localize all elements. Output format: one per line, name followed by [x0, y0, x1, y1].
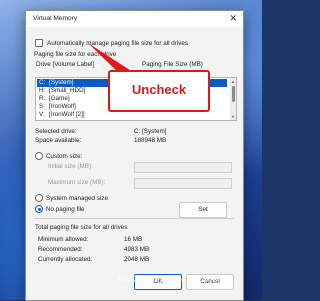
- scroll-up-icon[interactable]: ▲: [231, 79, 235, 84]
- group-title: Paging file size for each drive: [34, 51, 117, 58]
- column-drive-header: Drive [Volume Label]: [36, 61, 95, 68]
- auto-manage-checkbox[interactable]: [35, 39, 43, 47]
- initial-size-field[interactable]: [134, 162, 232, 173]
- divider: [34, 218, 234, 219]
- maximum-size-label: Maximum size (MB):: [48, 179, 106, 186]
- minimum-label: Minimum allowed:: [38, 236, 89, 243]
- space-available-label: Space available:: [35, 137, 82, 144]
- auto-manage-label[interactable]: Automatically manage paging file size fo…: [47, 40, 188, 47]
- dialog-title: Virtual Memory: [33, 15, 78, 22]
- uncheck-callout: Uncheck: [108, 70, 210, 112]
- system-managed-label[interactable]: System managed size: [46, 195, 108, 202]
- custom-size-option[interactable]: Custom size:: [35, 152, 82, 160]
- no-paging-option[interactable]: No paging file: [35, 205, 85, 213]
- column-size-header: Paging File Size (MB): [142, 61, 203, 68]
- space-available-value: 188948 MB: [134, 137, 167, 144]
- recommended-label: Recommended:: [38, 246, 83, 253]
- watermark: WINDOWSDIGITALS.COM: [118, 274, 235, 284]
- maximum-size-field[interactable]: [134, 178, 232, 189]
- selected-drive-value: C: [System]: [134, 128, 167, 135]
- allocated-value: 2048 MB: [124, 256, 150, 263]
- selected-drive-label: Selected drive:: [35, 128, 77, 135]
- system-managed-option[interactable]: System managed size: [35, 194, 108, 202]
- no-paging-radio[interactable]: [35, 205, 43, 213]
- recommended-value: 4983 MB: [124, 246, 150, 253]
- allocated-label: Currently allocated:: [38, 256, 93, 263]
- total-title: Total paging file size for all drives: [35, 224, 128, 231]
- custom-size-label[interactable]: Custom size:: [46, 153, 82, 160]
- set-button[interactable]: Set: [179, 202, 227, 218]
- minimum-value: 16 MB: [124, 236, 143, 243]
- custom-size-radio[interactable]: [35, 152, 43, 160]
- virtual-memory-dialog: Virtual Memory ✕ Automatically manage pa…: [25, 10, 244, 301]
- list-item[interactable]: V: [IronWolf [2]]: [37, 111, 227, 119]
- auto-manage-row[interactable]: Automatically manage paging file size fo…: [35, 39, 188, 47]
- scroll-down-icon[interactable]: ▼: [231, 114, 235, 119]
- title-bar: Virtual Memory ✕: [26, 11, 243, 27]
- no-paging-label[interactable]: No paging file: [46, 206, 85, 213]
- initial-size-label: Initial size (MB):: [48, 163, 93, 170]
- system-managed-radio[interactable]: [35, 194, 43, 202]
- scroll-thumb[interactable]: [231, 86, 235, 102]
- list-scrollbar[interactable]: ▲ ▼: [230, 78, 236, 120]
- close-icon[interactable]: ✕: [229, 13, 237, 24]
